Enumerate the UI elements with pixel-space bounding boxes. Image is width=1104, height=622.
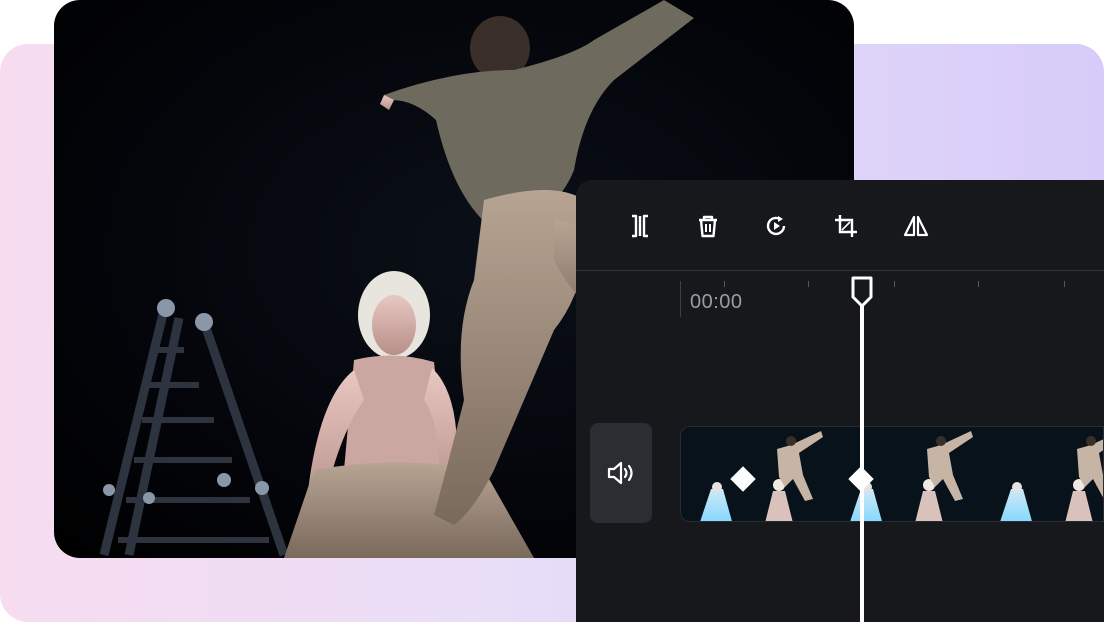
ruler-tick [1064,281,1065,287]
ruler-tick [978,281,979,287]
ruler-tick [808,281,809,287]
ruler-tick [894,281,895,287]
edit-toolbar [576,180,1104,271]
reverse-button[interactable] [756,206,796,246]
split-icon [632,214,648,238]
playhead-line[interactable] [860,300,864,622]
crop-icon [835,215,857,237]
replay-icon [766,216,786,236]
mirror-button[interactable] [896,206,936,246]
editor-panel: 00:00 [576,180,1104,622]
timeline-ruler[interactable]: 00:00 [576,271,1104,321]
speaker-icon [607,461,633,485]
timecode-label: 00:00 [690,291,743,313]
split-button[interactable] [620,206,660,246]
flip-icon [903,215,929,237]
trash-icon [699,215,717,238]
track-volume-button[interactable] [590,423,652,523]
timeline-start-marker [680,281,681,317]
playhead-marker-icon [851,276,873,308]
ruler-tick [724,281,725,287]
playhead-handle[interactable] [849,275,875,309]
delete-button[interactable] [688,206,728,246]
crop-button[interactable] [826,206,866,246]
